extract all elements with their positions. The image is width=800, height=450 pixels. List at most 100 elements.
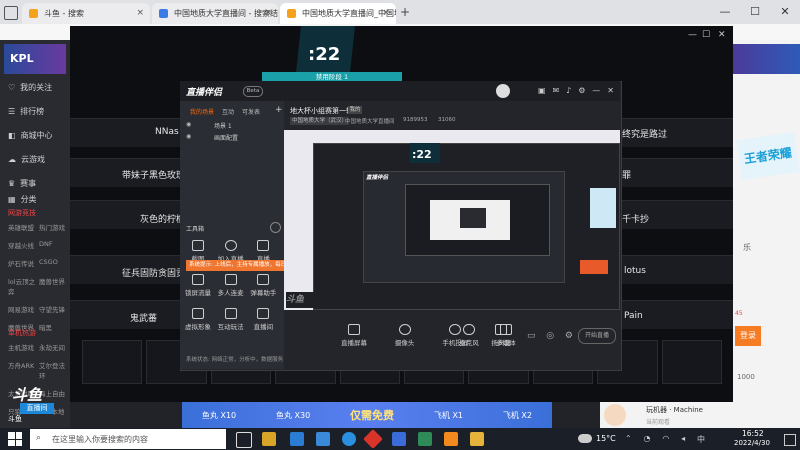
record-icon[interactable]: ▭ [527,331,536,341]
douyu-watermark-sub: 直播间 [20,403,54,414]
tab-interact[interactable]: 互动 [222,107,234,116]
weather-temp[interactable]: 15°C [596,434,616,443]
task-view-icon[interactable] [236,432,252,448]
taskbar-search-input[interactable]: ⌕ 在这里输入你要搜索的内容 [30,429,226,449]
add-scene-icon[interactable]: + [275,105,283,115]
window-close-button[interactable]: ✕ [770,2,800,22]
login-button[interactable]: 登录 [735,326,761,346]
wifi-icon[interactable]: ◠ [662,434,669,445]
promo-banner[interactable]: 鱼丸 X10 鱼丸 X30 仅需免费 飞机 X1 飞机 X2 [182,402,552,428]
sidebar-sub-item[interactable]: 热门游戏 [39,222,70,232]
scene-item[interactable]: 场景 1 [214,121,232,130]
tab-scenes[interactable]: 我的场景 [190,107,214,116]
clock-date[interactable]: 2022/4/30 [734,439,770,447]
sidebar-sub-item[interactable]: CSGO [39,258,70,268]
sidebar-sub-item[interactable]: 暗黑 [39,322,70,332]
windows-start-icon[interactable] [8,432,22,446]
tab-close-icon[interactable]: × [136,8,144,18]
tab-douyu-search[interactable]: 斗鱼 - 搜索 × [22,3,150,24]
sidebar-sub-item[interactable]: 穿越火线 [8,240,39,250]
network-icon[interactable]: ◔ [644,434,651,445]
tab-close-icon[interactable]: × [264,8,272,18]
clock-time[interactable]: 16:52 [742,429,764,438]
sidebar-sub-item[interactable]: 艾尔登法环 [39,360,70,380]
stream-badge[interactable]: 我的 [348,106,362,114]
gift-icon[interactable]: ▣ [538,86,546,95]
sidebar-item-ranking[interactable]: ☰ 排行榜 [8,102,68,120]
window-maximize-button[interactable]: ☐ [740,2,770,22]
sidebar-item-follow[interactable]: ♡ 我的关注 [8,78,68,96]
player-name-right: 罪 [622,171,632,181]
sidebar-sub-item[interactable]: 魔兽世界 [39,276,70,296]
tab-search-results[interactable]: 中国地质大学直播间 - 搜索结果 × [152,3,278,24]
new-tab-button[interactable]: + [400,5,410,19]
app-icon[interactable] [470,432,484,446]
eye-icon[interactable]: ◉ [186,133,191,140]
settings-icon[interactable]: ⚙ [578,86,585,95]
eye-icon[interactable]: ◉ [186,121,191,128]
sidebar-item-category[interactable]: ▦ 分类 [8,190,68,208]
player-minimize-icon[interactable]: — [688,30,697,40]
sidebar-section-single: 单机热游 [8,329,36,337]
tool-speaker[interactable]: 扬声器 [487,324,515,352]
left-sidebar: KPL ♡ 我的关注 ☰ 排行榜 ◧ 商城中心 ☁ 云游戏 ♛ 赛事 ▦ 分类 网游竞技 英… [0,40,70,428]
mail-icon[interactable] [316,432,330,446]
screenshot-icon [192,240,204,251]
taskbar-corner-label: 斗鱼 [8,415,22,423]
sidebar-sub-item[interactable]: 网易游戏 [8,304,39,314]
app-icon[interactable] [418,432,432,446]
message-icon[interactable]: ✉ [553,86,560,95]
player-maximize-icon[interactable]: ☐ [702,30,710,40]
sidebar-sub-item[interactable]: 方舟ARK [8,360,39,380]
sidebar-sub-item[interactable]: 炉石传说 [8,258,39,268]
tool-multi-mic[interactable]: 多人连麦 [217,274,245,302]
sidebar-item-cloud-game[interactable]: ☁ 云游戏 [8,150,68,168]
tool-screen-share[interactable]: 直播屏幕 [340,324,368,352]
app-icon[interactable] [392,432,406,446]
tool-danmaku[interactable]: 弹幕助手 [249,274,277,302]
start-live-button[interactable]: 开始直播 [578,328,616,344]
tool-games[interactable]: 互动玩法 [217,308,245,336]
tool-lock[interactable]: 锁屏流量 [184,274,212,302]
tool-microphone[interactable]: 麦克风 [455,324,483,352]
chevron-up-icon[interactable]: ⌃ [625,434,632,445]
minimize-icon[interactable]: — [592,86,600,95]
sidebar-sub-item[interactable]: 永劫无间 [39,342,70,352]
window-minimize-button[interactable]: — [710,2,740,22]
douyu-favicon-icon [287,9,296,18]
tab-actions-icon[interactable] [4,6,18,20]
sidebar-sub-item[interactable]: 英雄联盟 [8,222,39,232]
gear-icon[interactable]: ⚙ [565,331,573,341]
streamer-card[interactable]: 玩机器 · Machine 当前观看 [600,402,733,428]
sidebar-sub-item[interactable]: 守望先锋 [39,304,70,314]
sidebar-sub-item[interactable]: 主机游戏 [8,342,39,352]
sync-icon[interactable]: ◎ [546,331,554,341]
avatar[interactable] [496,84,510,98]
tool-room[interactable]: 直播间 [249,308,277,336]
promo-item: 飞机 X1 [433,410,464,420]
tool-grid: 截图 加入直播 直播 锁屏流量 多人连麦 弹幕助手 虚拟形象 互动玩法 直播间 [184,240,282,336]
tab-live-room[interactable]: 中国地质大学直播间_中国地质... × [280,3,396,24]
kpl-banner[interactable]: KPL [4,44,66,74]
player-close-icon[interactable]: ✕ [718,30,726,40]
volume-icon[interactable]: ◂ [681,434,685,445]
tab-close-icon[interactable]: × [382,8,390,18]
scene-item[interactable]: 画面配置 [214,133,238,142]
file-explorer-icon[interactable] [262,432,276,446]
notification-icon[interactable] [784,434,796,446]
weather-cloud-icon[interactable] [578,434,592,443]
right-top-banner[interactable] [733,44,800,74]
sidebar-sub-item[interactable]: DNF [39,240,70,250]
edge-icon[interactable] [342,432,356,446]
tool-camera[interactable]: 摄像头 [391,324,419,352]
ime-indicator[interactable]: 中 [697,434,705,445]
douyu-app-icon[interactable] [444,432,458,446]
close-icon[interactable]: ✕ [607,86,614,95]
sidebar-item-mall[interactable]: ◧ 商城中心 [8,126,68,144]
bell-icon[interactable]: ♪ [566,86,571,95]
toolbox-settings-icon[interactable] [270,222,281,233]
sidebar-sub-item[interactable]: lol云顶之弈 [8,276,39,296]
tab-publish[interactable]: 可发表 [242,107,260,116]
app-icon[interactable] [290,432,304,446]
tool-avatar[interactable]: 虚拟形象 [184,308,212,336]
